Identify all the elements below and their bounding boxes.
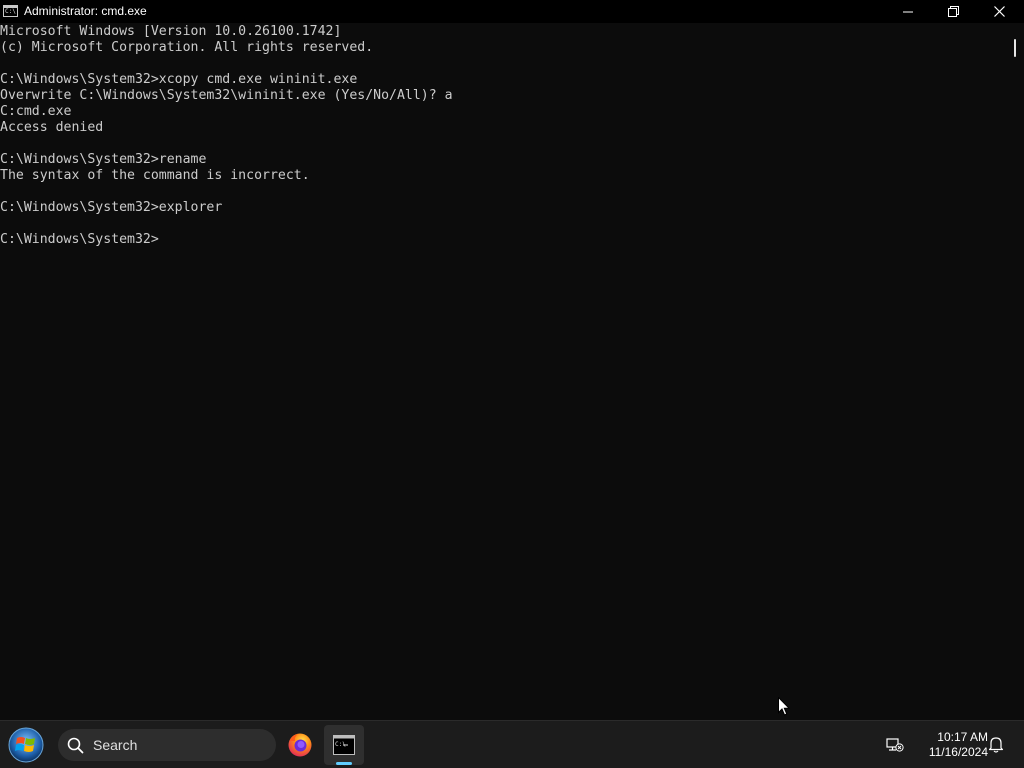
- network-status-icon[interactable]: [886, 736, 904, 756]
- clock-date: 11/16/2024: [928, 745, 988, 759]
- minimize-button[interactable]: [885, 0, 931, 23]
- console-line: C:\Windows\System32>explorer: [0, 200, 223, 215]
- console-line: Access denied: [0, 120, 104, 135]
- mouse-pointer-icon: [778, 696, 791, 720]
- minimize-icon: [903, 11, 913, 12]
- taskbar-firefox[interactable]: [280, 725, 320, 765]
- console-output[interactable]: Microsoft Windows [Version 10.0.26100.17…: [0, 23, 1006, 721]
- firefox-icon: [288, 733, 312, 757]
- restore-button[interactable]: [930, 0, 976, 23]
- active-app-indicator: [336, 762, 352, 765]
- cmd-window: C:\ Administrator: cmd.exe Microsoft Win…: [0, 0, 1024, 720]
- close-button[interactable]: [976, 0, 1022, 23]
- taskbar-cmd[interactable]: C:\: [324, 725, 364, 765]
- taskbar: Search C:\ 10:17 AM 11/16/2024: [0, 720, 1024, 768]
- console-line: The syntax of the command is incorrect.: [0, 168, 310, 183]
- restore-icon: [947, 6, 959, 17]
- window-title: Administrator: cmd.exe: [24, 4, 147, 18]
- clock-time: 10:17 AM: [937, 730, 988, 744]
- console-line: C:\Windows\System32>rename: [0, 152, 207, 167]
- start-button[interactable]: [7, 727, 45, 763]
- scrollbar-thumb[interactable]: [1014, 39, 1016, 57]
- search-icon: [67, 737, 84, 754]
- console-line: C:\Windows\System32>xcopy cmd.exe winini…: [0, 72, 358, 87]
- windows-orb-icon: [8, 727, 44, 763]
- app-icon-text: C:\: [5, 8, 16, 15]
- notification-bell-icon[interactable]: [988, 736, 1004, 757]
- console-line: C:\Windows\System32>: [0, 232, 159, 247]
- cmd-app-icon[interactable]: C:\: [3, 5, 18, 17]
- taskbar-search-box[interactable]: Search: [58, 729, 276, 761]
- cmd-icon: C:\: [333, 735, 355, 755]
- vertical-scrollbar[interactable]: [1006, 23, 1024, 720]
- close-icon: [993, 6, 1005, 17]
- title-bar[interactable]: C:\ Administrator: cmd.exe: [0, 0, 1024, 23]
- console-line: (c) Microsoft Corporation. All rights re…: [0, 40, 374, 55]
- search-placeholder: Search: [93, 737, 138, 753]
- console-line: Overwrite C:\Windows\System32\wininit.ex…: [0, 88, 453, 103]
- taskbar-clock[interactable]: 10:17 AM 11/16/2024: [912, 730, 988, 760]
- console-line: Microsoft Windows [Version 10.0.26100.17…: [0, 24, 342, 39]
- console-line: C:cmd.exe: [0, 104, 72, 119]
